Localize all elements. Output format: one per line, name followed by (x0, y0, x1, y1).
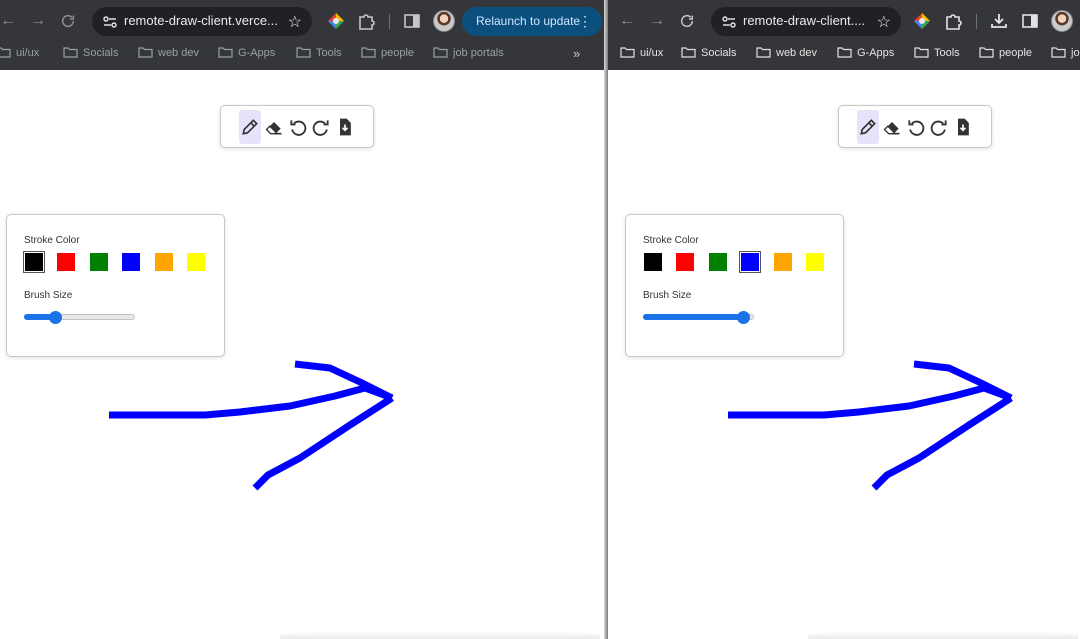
bookmark-folder[interactable]: ui/ux (0, 46, 39, 65)
bookmark-folder[interactable]: Tools (914, 46, 960, 65)
toolbar-separator (389, 14, 390, 29)
profile-avatar[interactable] (1051, 10, 1073, 32)
extensions-puzzle-icon[interactable] (356, 11, 376, 31)
address-bar[interactable]: remote-draw-client.... ☆ (711, 7, 901, 36)
folder-icon (837, 46, 852, 58)
left-browser-window: ← → remote-draw-client.verce... ☆ Relaun… (0, 0, 607, 639)
bookmark-folder[interactable]: web dev (756, 46, 817, 65)
side-panel-icon[interactable] (402, 11, 422, 31)
folder-icon (979, 46, 994, 58)
profile-avatar[interactable] (433, 10, 455, 32)
toolbar-separator (976, 14, 977, 29)
download-icon[interactable] (989, 11, 1009, 31)
address-url: remote-draw-client.verce... (124, 13, 278, 28)
screen: ← → remote-draw-client.verce... ☆ Relaun… (0, 0, 1080, 639)
browser-chrome: ← → remote-draw-client.... ☆ ui/ux Socia… (608, 0, 1080, 70)
bookmark-folder[interactable]: Tools (296, 46, 342, 65)
relaunch-button[interactable]: Relaunch to update ⋮ (462, 7, 602, 36)
address-bar[interactable]: remote-draw-client.verce... ☆ (92, 7, 312, 36)
back-button[interactable]: ← (0, 11, 18, 31)
browser-toolbar: ← → remote-draw-client.... ☆ (608, 0, 1080, 42)
site-settings-icon[interactable] (721, 14, 737, 30)
bookmark-folder[interactable]: web dev (138, 46, 199, 65)
reload-button[interactable] (58, 11, 78, 31)
bookmark-star-icon[interactable]: ☆ (288, 12, 302, 32)
folder-icon (218, 46, 233, 58)
reload-icon (61, 14, 75, 28)
right-browser-window: ← → remote-draw-client.... ☆ ui/ux Socia… (608, 0, 1080, 639)
forward-button[interactable]: → (28, 11, 48, 31)
folder-icon (0, 46, 11, 58)
folder-icon (63, 46, 78, 58)
side-panel-icon[interactable] (1020, 11, 1040, 31)
bookmarks-overflow-icon[interactable]: » (573, 46, 580, 61)
more-menu-icon[interactable]: ⋮ (578, 7, 592, 36)
drawn-arrow-stroke (109, 360, 394, 491)
folder-icon (681, 46, 696, 58)
reload-icon (680, 14, 694, 28)
site-settings-icon[interactable] (102, 14, 118, 30)
bookmark-folder[interactable]: job portals (433, 46, 504, 65)
bookmark-folder[interactable]: people (979, 46, 1032, 65)
bookmark-star-icon[interactable]: ☆ (877, 12, 891, 32)
bookmark-folder[interactable]: Socials (681, 46, 736, 65)
window-shadow (808, 631, 1078, 639)
folder-icon (1051, 46, 1066, 58)
drawing-canvas[interactable]: Stroke Color Brush Size (608, 70, 1080, 639)
browser-toolbar: ← → remote-draw-client.verce... ☆ Relaun… (0, 0, 607, 42)
drawing-canvas[interactable]: Stroke Color Brush Size (0, 70, 607, 639)
drawn-arrow-stroke (728, 360, 1013, 491)
bookmarks-bar: ui/ux Socials web dev G-Apps Tools peopl… (0, 42, 607, 70)
folder-icon (756, 46, 771, 58)
bookmark-folder[interactable]: G-Apps (218, 46, 275, 65)
bookmark-folder[interactable]: people (361, 46, 414, 65)
extensions-puzzle-icon[interactable] (943, 11, 963, 31)
extension-color-icon[interactable] (326, 11, 346, 31)
folder-icon (296, 46, 311, 58)
browser-chrome: ← → remote-draw-client.verce... ☆ Relaun… (0, 0, 607, 70)
folder-icon (138, 46, 153, 58)
folder-icon (433, 46, 448, 58)
address-url: remote-draw-client.... (743, 13, 866, 28)
folder-icon (914, 46, 929, 58)
bookmark-folder[interactable]: Socials (63, 46, 118, 65)
bookmark-folder[interactable]: job (1051, 46, 1080, 65)
bookmarks-bar: ui/ux Socials web dev G-Apps Tools peopl… (608, 42, 1080, 70)
window-shadow (280, 631, 600, 639)
relaunch-label: Relaunch to update (476, 14, 581, 28)
back-button[interactable]: ← (617, 11, 637, 31)
reload-button[interactable] (677, 11, 697, 31)
bookmark-folder[interactable]: G-Apps (837, 46, 894, 65)
extension-color-icon[interactable] (912, 11, 932, 31)
folder-icon (620, 46, 635, 58)
bookmark-folder[interactable]: ui/ux (620, 46, 663, 65)
forward-button[interactable]: → (647, 11, 667, 31)
folder-icon (361, 46, 376, 58)
